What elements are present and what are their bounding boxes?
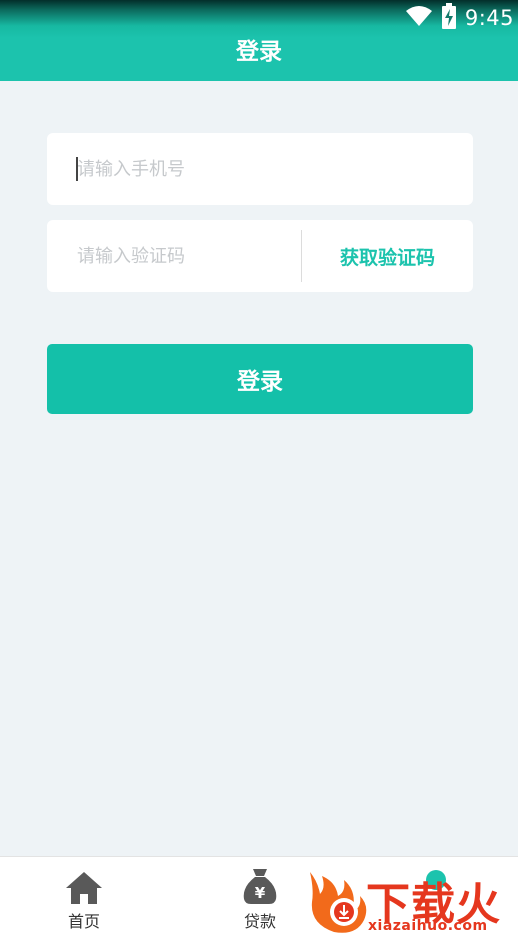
- tab-loan-label: 贷款: [243, 912, 276, 931]
- get-code-button[interactable]: 获取验证码: [302, 220, 473, 292]
- page-title: 登录: [236, 39, 282, 65]
- tab-home[interactable]: 首页: [24, 857, 144, 937]
- watermark-url: xiazaihuo.com: [368, 918, 488, 934]
- svg-text:¥: ¥: [255, 884, 266, 902]
- verification-code-input[interactable]: [77, 220, 297, 292]
- phone-field-container: [47, 133, 473, 205]
- phone-input[interactable]: [77, 133, 437, 205]
- status-bar: 9:45: [405, 3, 514, 33]
- text-caret: [76, 157, 78, 181]
- watermark: 下载火 xiazaihuo.com: [304, 862, 518, 937]
- code-field-container: 获取验证码: [47, 220, 473, 292]
- wifi-icon: [405, 5, 433, 31]
- login-screen: 9:45 登录 获取验证码 登录 首页 ¥: [0, 0, 518, 937]
- app-header: 9:45 登录: [0, 0, 518, 81]
- battery-charging-icon: [441, 3, 457, 33]
- tab-home-label: 首页: [67, 912, 100, 931]
- money-bag-icon: ¥: [241, 867, 279, 905]
- home-icon: [65, 867, 103, 905]
- tab-loan[interactable]: ¥ 贷款: [200, 857, 320, 937]
- status-time: 9:45: [464, 6, 514, 30]
- login-button[interactable]: 登录: [47, 344, 473, 414]
